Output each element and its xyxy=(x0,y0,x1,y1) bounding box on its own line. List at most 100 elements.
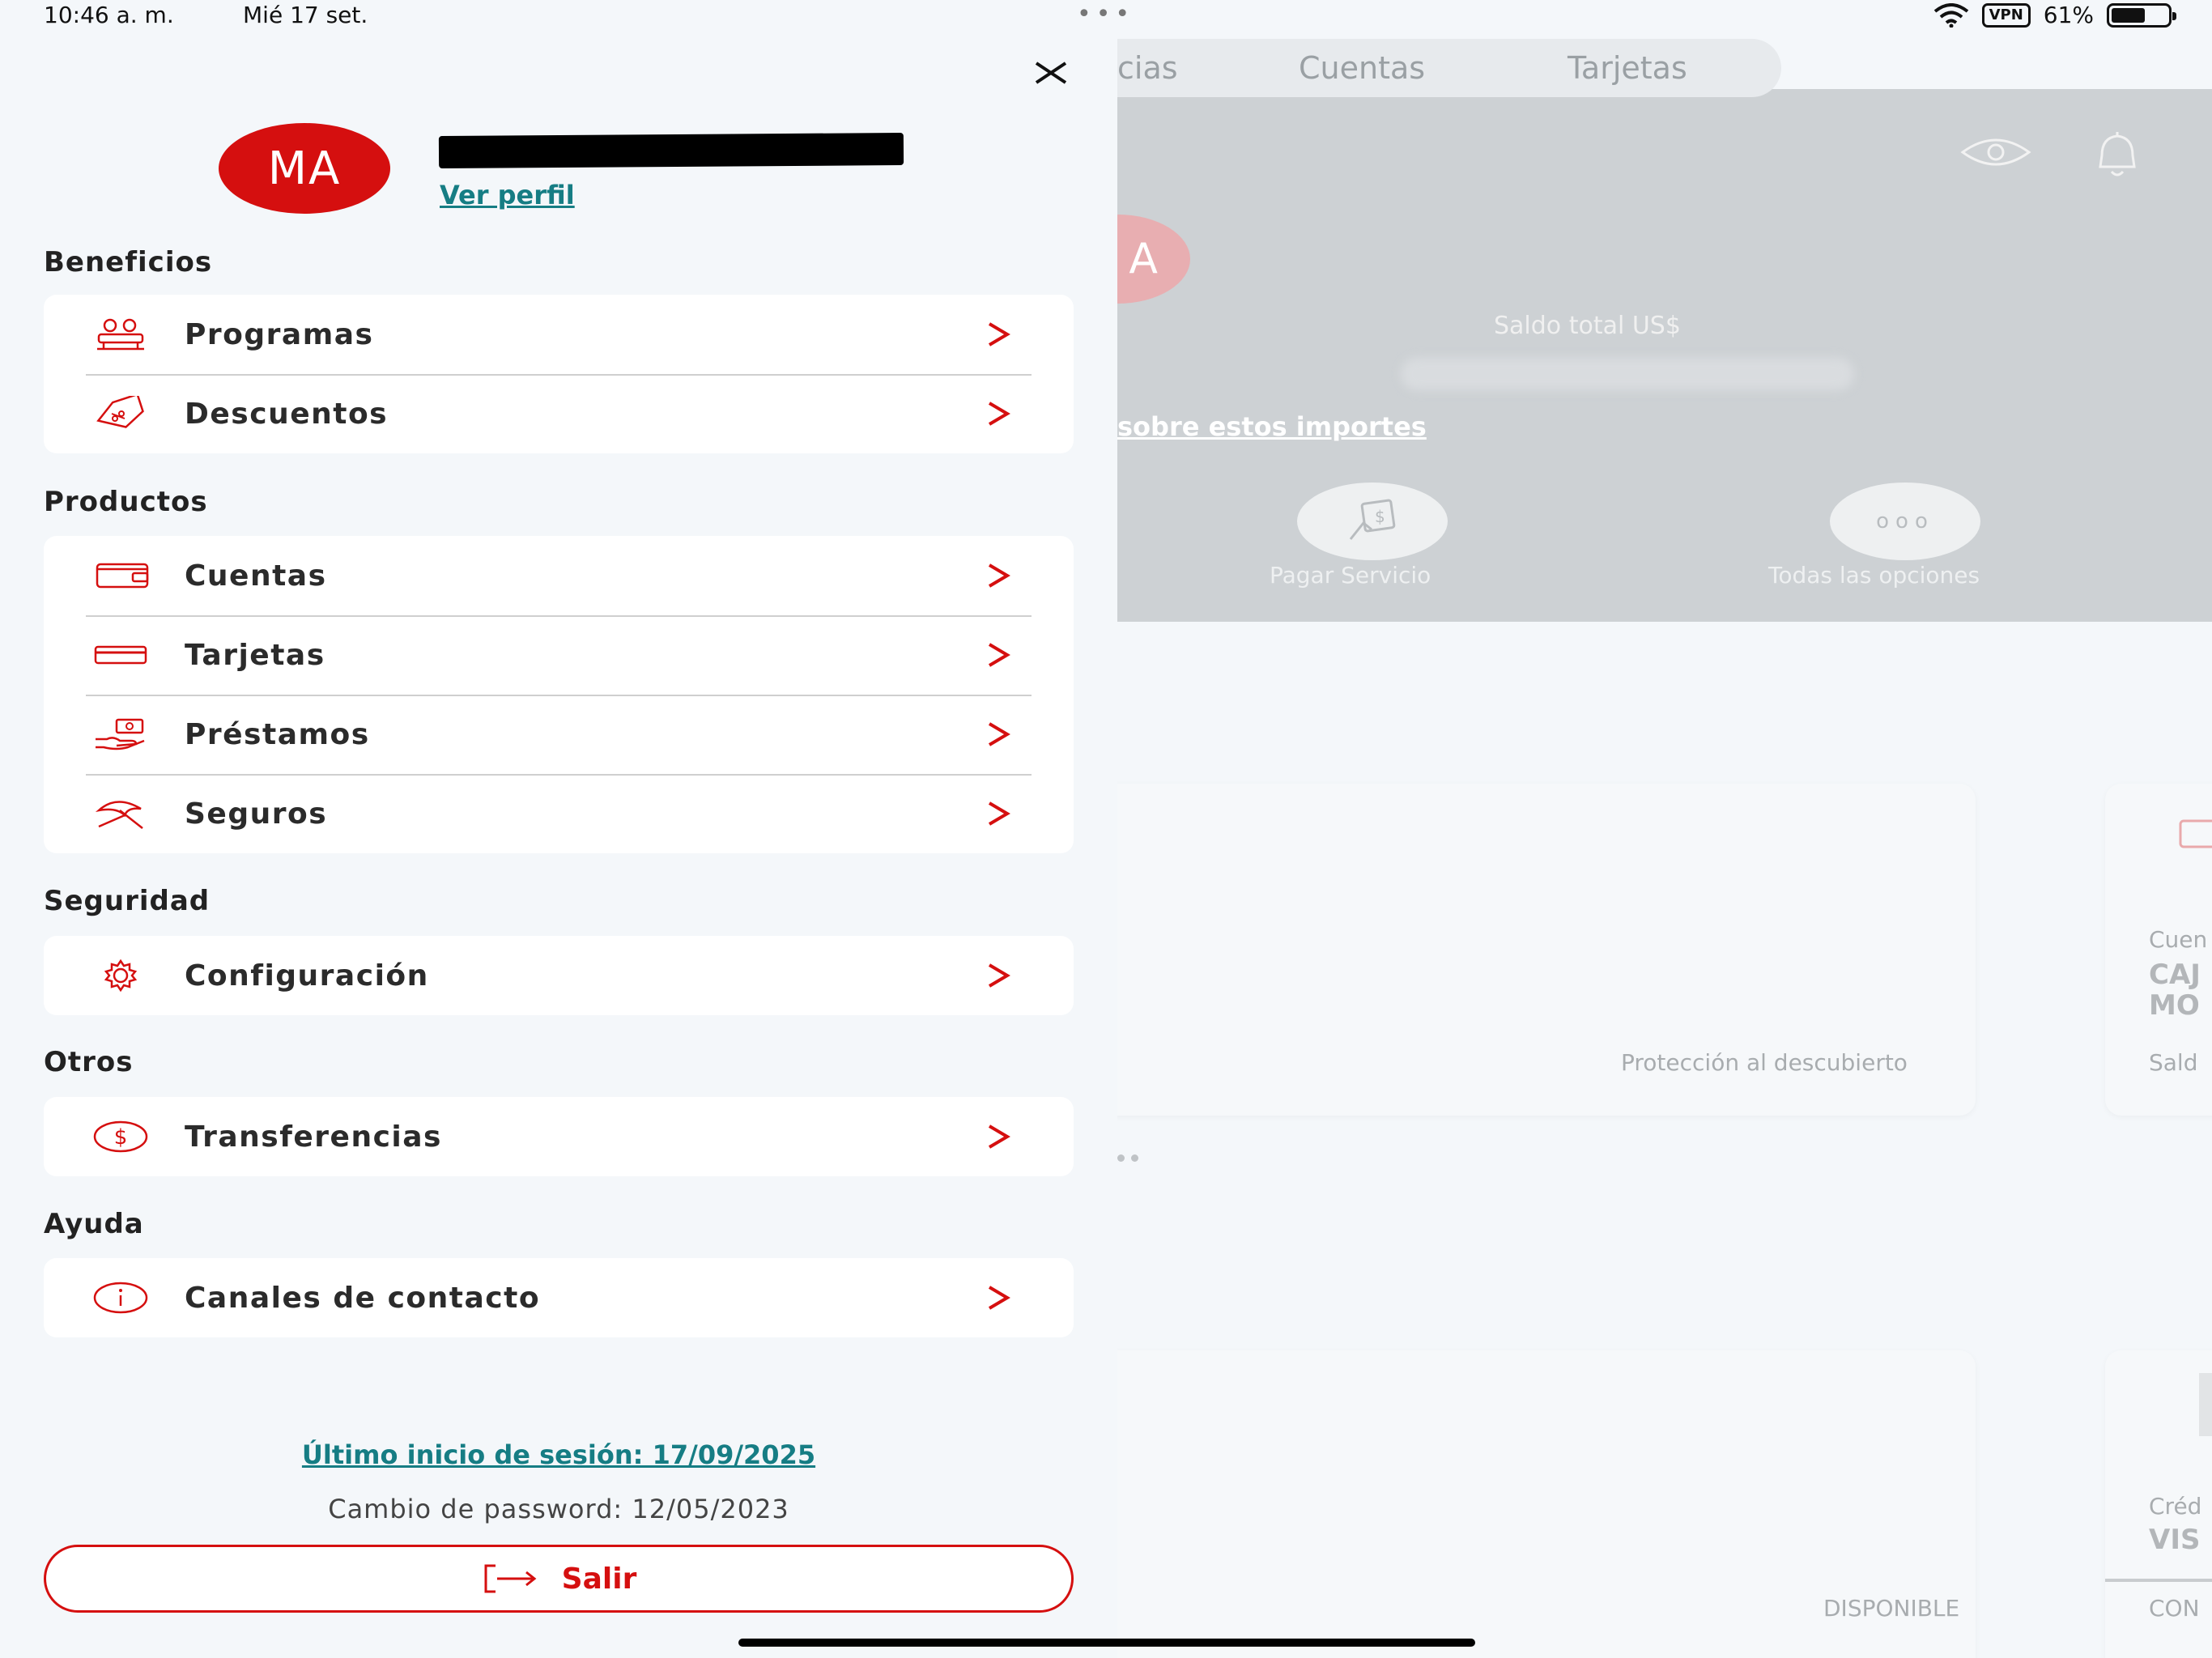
tab-transferencias[interactable]: cias xyxy=(1117,50,1178,86)
status-bar: 10:46 a. m. Mié 17 set. ••• VPN 61% xyxy=(0,0,2212,36)
close-button[interactable] xyxy=(1028,50,1074,96)
side-drawer: MA Ver perfil Beneficios Programas Descu… xyxy=(0,0,1117,1658)
menu-item-canales-de-contacto[interactable]: Canales de contacto xyxy=(44,1258,1074,1337)
chevron-right-icon xyxy=(988,722,1010,746)
pay-service-icon: $ xyxy=(1349,499,1396,540)
menu-item-label: Cuentas xyxy=(185,559,327,593)
menu-item-prestamos[interactable]: Préstamos xyxy=(44,695,1074,774)
card-otros: $ Transferencias xyxy=(44,1097,1074,1176)
eye-icon[interactable] xyxy=(1959,136,2032,168)
wallet-icon xyxy=(91,557,151,594)
last-login-link[interactable]: Último inicio de sesión: 17/09/2025 xyxy=(0,1439,1117,1470)
menu-item-label: Tarjetas xyxy=(185,638,325,672)
menu-item-label: Descuentos xyxy=(185,397,389,431)
status-time: 10:46 a. m. xyxy=(44,2,174,28)
card-ayuda: Canales de contacto xyxy=(44,1258,1074,1337)
card4-line-3: CON xyxy=(2149,1595,2200,1622)
pay-service-label: Pagar Servicio xyxy=(1270,562,1431,589)
wifi-icon xyxy=(1933,2,1968,28)
battery-fill xyxy=(2112,7,2146,23)
card-icon xyxy=(91,636,151,674)
menu-item-cuentas[interactable]: Cuentas xyxy=(44,536,1074,615)
section-title-otros: Otros xyxy=(44,1046,134,1078)
logout-label: Salir xyxy=(561,1562,637,1596)
card-thumbnail xyxy=(2199,1373,2212,1436)
menu-item-descuentos[interactable]: Descuentos xyxy=(44,374,1074,453)
card2-line-3: MO xyxy=(2149,989,2200,1022)
battery-percent: 61% xyxy=(2043,2,2094,28)
home-indicator[interactable] xyxy=(738,1639,1475,1647)
background-app: A Saldo total US$ sobre estos importes $… xyxy=(1117,0,2212,1658)
multitasking-dots-icon[interactable]: ••• xyxy=(1077,0,1134,28)
bg-avatar: A xyxy=(1117,215,1190,304)
tab-cuentas[interactable]: Cuentas xyxy=(1299,50,1425,86)
chevron-right-icon xyxy=(988,1124,1010,1149)
battery-icon xyxy=(2107,2,2176,28)
dollar-icon: $ xyxy=(91,1118,151,1155)
chevron-right-icon xyxy=(988,963,1010,988)
logout-icon xyxy=(484,1564,537,1593)
card2-line-1: Cuen xyxy=(2149,926,2208,953)
card-beneficios: Programas Descuentos xyxy=(44,295,1074,453)
available-label: DISPONIBLE xyxy=(1823,1595,1960,1622)
all-options-button[interactable]: ooo xyxy=(1830,483,1980,560)
menu-item-seguros[interactable]: Seguros xyxy=(44,774,1074,853)
menu-item-label: Préstamos xyxy=(185,717,370,751)
card2-line-4: Sald xyxy=(2149,1049,2198,1076)
bell-icon[interactable] xyxy=(2089,131,2146,180)
info-icon xyxy=(91,1279,151,1316)
discount-tag-icon xyxy=(91,395,151,432)
menu-item-transferencias[interactable]: $ Transferencias xyxy=(44,1097,1074,1176)
all-options-label: Todas las opciones xyxy=(1768,562,1980,589)
section-title-productos: Productos xyxy=(44,486,208,518)
menu-item-label: Seguros xyxy=(185,797,328,831)
card4-line-1: Créd xyxy=(2149,1493,2202,1520)
chevron-right-icon xyxy=(988,322,1010,346)
close-icon xyxy=(1035,62,1067,84)
chevron-right-icon xyxy=(988,801,1010,826)
bg-tabs: cias Cuentas Tarjetas xyxy=(1117,39,1781,97)
view-profile-link[interactable]: Ver perfil xyxy=(440,180,575,210)
wallet-icon xyxy=(2179,819,2212,848)
card-seguridad: Configuración xyxy=(44,936,1074,1015)
card2-line-2: CAJ xyxy=(2149,959,2201,991)
user-name-redacted xyxy=(438,132,904,169)
pager-dots xyxy=(1117,1154,1138,1162)
balance-info-link[interactable]: sobre estos importes xyxy=(1117,411,1427,442)
password-change-text: Cambio de password: 12/05/2023 xyxy=(328,1494,789,1524)
loan-hand-icon xyxy=(91,716,151,753)
balance-hero: A Saldo total US$ sobre estos importes $… xyxy=(1117,89,2212,622)
section-title-seguridad: Seguridad xyxy=(44,885,211,917)
people-icon xyxy=(91,316,151,353)
umbrella-icon xyxy=(91,795,151,832)
card4-line-2: VIS xyxy=(2149,1524,2201,1556)
gear-icon xyxy=(91,957,151,994)
avatar[interactable]: MA xyxy=(219,123,390,214)
card-productos: Cuentas Tarjetas Préstamos Seguros xyxy=(44,536,1074,853)
status-right: VPN 61% xyxy=(1933,2,2176,28)
pay-service-button[interactable]: $ xyxy=(1297,483,1448,560)
overdraft-label: Protección al descubierto xyxy=(1621,1049,1908,1076)
menu-item-label: Transferencias xyxy=(185,1120,442,1154)
tab-tarjetas[interactable]: Tarjetas xyxy=(1568,50,1687,86)
status-date: Mié 17 set. xyxy=(243,2,368,28)
logout-button[interactable]: Salir xyxy=(44,1545,1074,1613)
svg-text:$: $ xyxy=(1375,507,1385,526)
more-dots-icon: ooo xyxy=(1876,509,1934,534)
chevron-right-icon xyxy=(988,563,1010,588)
section-title-ayuda: Ayuda xyxy=(44,1208,144,1240)
menu-item-label: Configuración xyxy=(185,959,429,993)
section-title-beneficios: Beneficios xyxy=(44,246,213,278)
menu-item-configuracion[interactable]: Configuración xyxy=(44,936,1074,1015)
menu-item-label: Programas xyxy=(185,317,374,351)
menu-item-tarjetas[interactable]: Tarjetas xyxy=(44,615,1074,695)
balance-hidden-value xyxy=(1401,358,1854,390)
balance-label: Saldo total US$ xyxy=(1494,312,1681,340)
chevron-right-icon xyxy=(988,1286,1010,1310)
menu-item-programas[interactable]: Programas xyxy=(44,295,1074,374)
svg-text:$: $ xyxy=(114,1125,128,1150)
menu-item-label: Canales de contacto xyxy=(185,1281,541,1315)
chevron-right-icon xyxy=(988,643,1010,667)
chevron-right-icon xyxy=(988,402,1010,426)
divider xyxy=(2105,1579,2212,1582)
